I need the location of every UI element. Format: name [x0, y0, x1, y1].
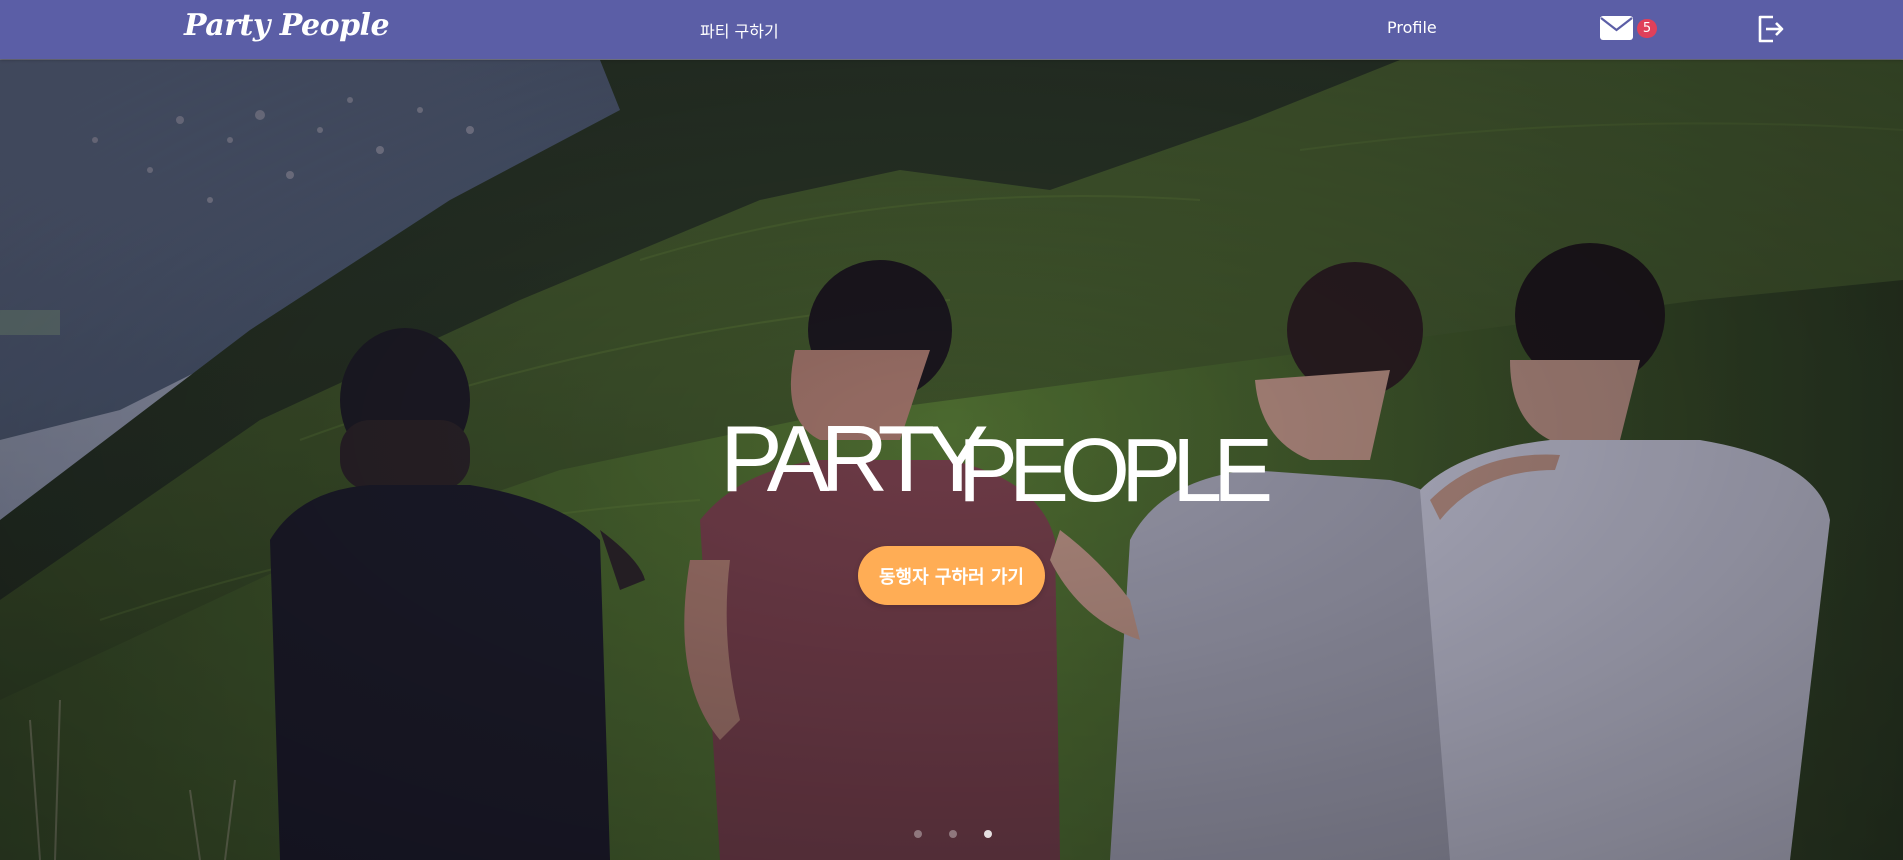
envelope-icon [1600, 16, 1633, 40]
carousel-indicators [914, 823, 1014, 842]
hero-title-part2: PEOPLE [958, 421, 1273, 521]
carousel-dot-2[interactable] [949, 830, 958, 838]
unread-count-badge: 5 [1637, 19, 1657, 38]
carousel-dot-3[interactable] [984, 830, 993, 838]
mail-button[interactable]: 5 [1600, 15, 1662, 45]
nav-link-profile[interactable]: Profile [1387, 18, 1437, 37]
nav-link-find-party[interactable]: 파티 구하기 [700, 18, 779, 42]
hero-title-part1: PARTY [720, 406, 989, 511]
carousel-dot-1[interactable] [914, 830, 922, 838]
page: Party People 파티 구하기 Profile 5 PARTY PEOP… [0, 0, 1903, 860]
logout-icon[interactable] [1757, 14, 1785, 44]
brand-logo[interactable]: Party People [184, 8, 390, 43]
hero-title: PARTY PEOPLE [720, 405, 1273, 521]
top-navbar: Party People 파티 구하기 Profile 5 [0, 0, 1903, 59]
find-companion-button[interactable]: 동행자 구하러 가기 [858, 546, 1045, 605]
